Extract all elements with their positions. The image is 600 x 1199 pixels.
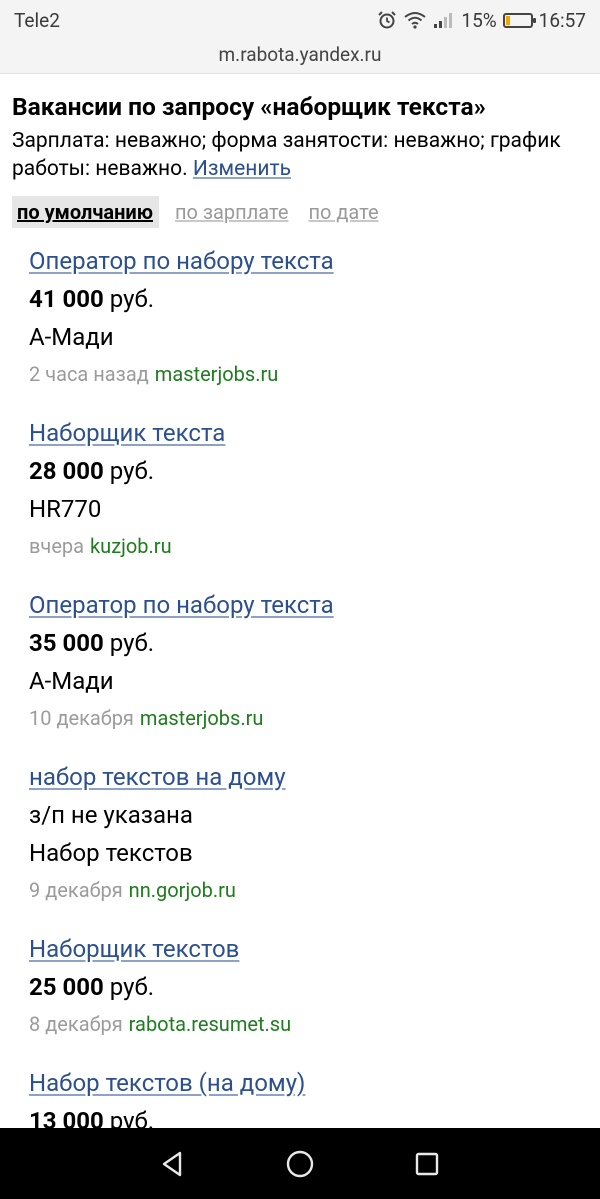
address-bar[interactable]: m.rabota.yandex.ru [0,40,600,74]
job-salary: 25 000 руб. [29,968,589,1006]
salary-unit: руб. [109,973,155,1001]
job-title-link[interactable]: Наборщик текстов [29,930,589,968]
search-filters: Зарплата: неважно; форма занятости: нева… [12,127,592,183]
battery-icon [502,12,536,28]
sort-by-salary-link[interactable]: по зарплате [175,200,288,224]
job-source: rabota.resumet.su [128,1012,292,1036]
job-meta: 2 часа назад masterjobs.ru [29,356,589,392]
job-title-link[interactable]: Оператор по набору текста [29,586,589,624]
recents-button[interactable] [397,1134,457,1194]
salary-amount: 25 000 [29,973,104,1001]
salary-amount: 28 000 [29,457,104,485]
back-button[interactable] [143,1134,203,1194]
salary-amount: 41 000 [29,285,104,313]
status-bar: Tele2 15% 16:57 [0,0,600,40]
sort-options: по умолчанию по зарплате по дате [12,195,379,229]
job-meta: 10 декабря masterjobs.ru [29,700,589,736]
job-title-link[interactable]: Наборщик текста [29,414,589,452]
job-date: вчера [29,534,85,558]
job-salary: 41 000 руб. [29,280,589,318]
carrier-name: Tele2 [14,8,60,32]
job-company: А-Мади [29,323,114,351]
url-text[interactable]: m.rabota.yandex.ru [219,43,382,66]
job-date: 9 декабря [29,878,123,902]
alarm-icon [378,11,397,29]
job-title-link[interactable]: Оператор по набору текста [29,242,589,280]
job-source: masterjobs.ru [154,362,279,386]
job-salary-not-specified: з/п не указана [29,801,193,829]
signal-icon [434,13,453,28]
job-company: HR770 [29,495,102,523]
salary-amount: 35 000 [29,629,104,657]
job-source: masterjobs.ru [139,706,264,730]
job-title-link[interactable]: набор текстов на дому [29,758,589,796]
job-company: А-Мади [29,667,114,695]
back-triangle-icon [163,1151,182,1176]
job-source: kuzjob.ru [90,534,172,558]
home-button[interactable] [270,1134,330,1194]
salary-unit: руб. [109,629,155,657]
wifi-icon [404,12,427,29]
job-date: 10 декабря [29,706,134,730]
salary-unit: руб. [109,285,155,313]
job-item: Наборщик текстов 25 000 руб. 8 декабря ra… [29,930,589,1042]
job-company: Набор текстов [29,839,193,867]
job-title-link[interactable]: Набор текстов (на дому) [29,1064,589,1102]
battery-level [505,15,510,25]
job-source: nn.gorjob.ru [128,878,236,902]
job-meta: 9 декабря nn.gorjob.ru [29,872,589,908]
sort-by-date-link[interactable]: по дате [308,200,378,224]
battery-percent: 15% [461,8,497,32]
page-title: Вакансии по запросу «наборщик текста» [12,92,486,121]
job-item: Оператор по набору текста 41 000 руб. А-… [29,242,589,392]
android-navigation-bar [0,1128,600,1199]
status-icons: 15% 16:57 [377,9,586,32]
recents-square-icon [415,1152,438,1175]
job-list: Оператор по набору текста 41 000 руб. А-… [29,242,589,1162]
salary-unit: руб. [109,457,155,485]
job-date: 8 декабря [29,1012,123,1036]
change-filters-link[interactable]: Изменить [193,157,291,181]
job-date: 2 часа назад [29,362,149,386]
job-salary: 35 000 руб. [29,624,589,662]
job-item: набор текстов на дому з/п не указана Наб… [29,758,589,908]
job-item: Оператор по набору текста 35 000 руб. А-… [29,586,589,736]
job-meta: 8 декабря rabota.resumet.su [29,1006,589,1042]
clock: 16:57 [538,8,586,32]
home-circle-icon [286,1150,314,1177]
job-meta: вчера kuzjob.ru [29,528,589,564]
job-salary: 28 000 руб. [29,452,589,490]
sort-default-active[interactable]: по умолчанию [12,196,159,228]
job-item: Наборщик текста 28 000 руб. HR770 вчера k… [29,414,589,564]
